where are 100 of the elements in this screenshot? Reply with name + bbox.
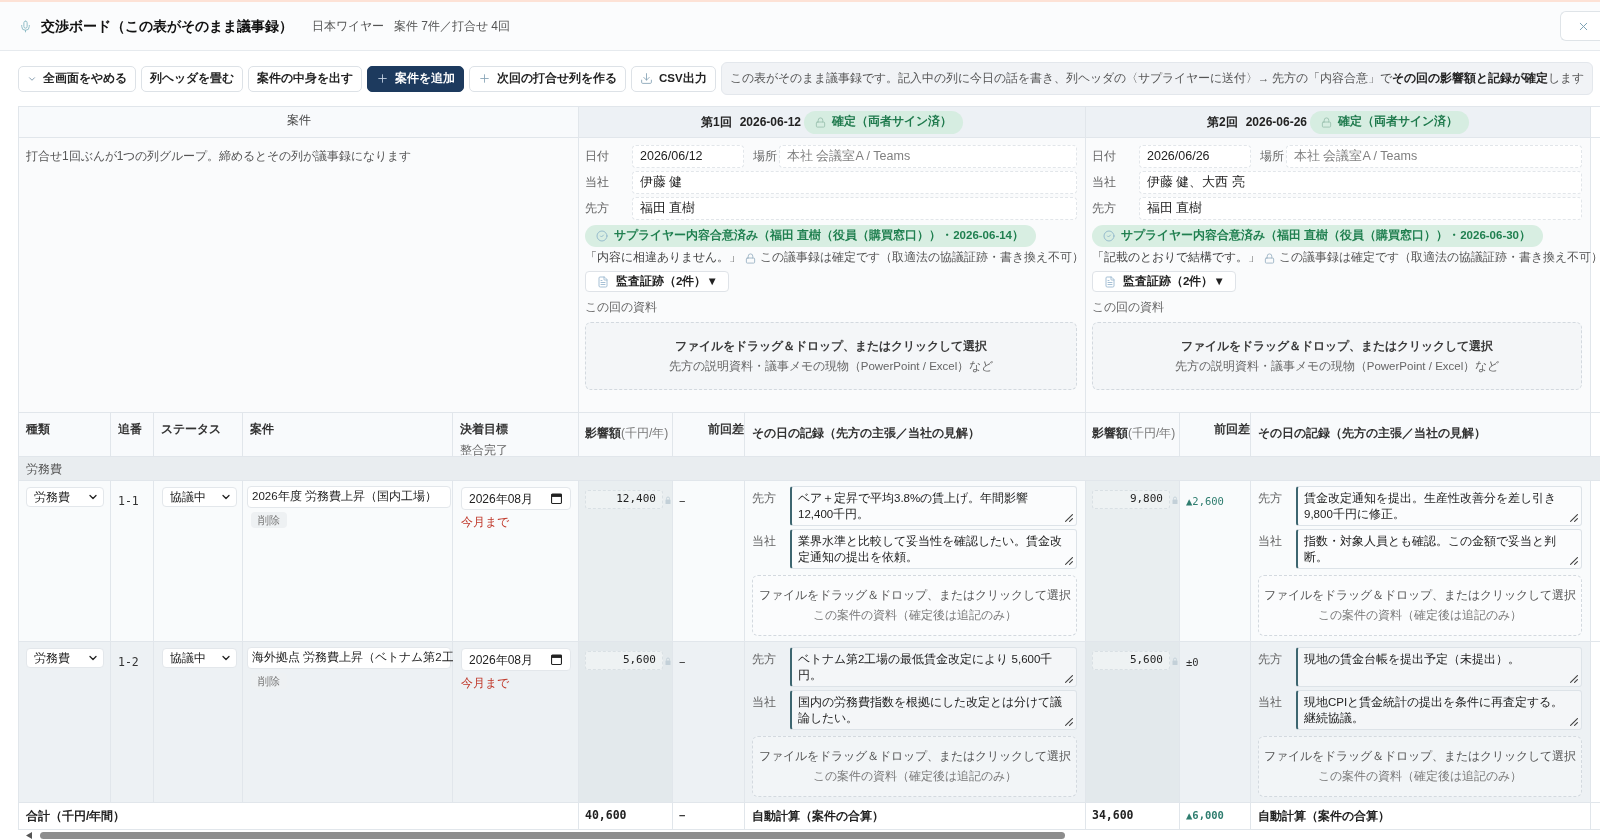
document-icon: [597, 275, 609, 288]
group-header: 案件: [286, 112, 311, 129]
toolbar-button[interactable]: CSV出力: [631, 65, 716, 92]
month-field[interactable]: 2026年08月: [461, 648, 571, 671]
resize-handle-icon[interactable]: [1570, 718, 1578, 726]
difference-value: ±0: [1186, 656, 1199, 668]
status-select[interactable]: 協議中: [162, 648, 237, 668]
microphone-icon: [19, 18, 32, 34]
field-label: 場所: [753, 148, 778, 165]
difference-value: ▲2,600: [1186, 495, 1224, 507]
category-select[interactable]: 労務費: [26, 648, 104, 668]
file-dropzone[interactable]: ファイルをドラッグ＆ドロップ、またはクリックして選択 この案件の資料（確定後は追記のみ）: [752, 736, 1077, 797]
file-dropzone[interactable]: ファイルをドラッグ＆ドロップ、またはクリックして選択 先方の説明資料・議事メモの現物（PowerPoint / Excel）など: [585, 322, 1077, 390]
status-select[interactable]: 協議中: [162, 487, 237, 507]
toolbar-button[interactable]: 次回の打合せ列を作る: [469, 65, 626, 92]
field-label: 当社: [1092, 174, 1117, 191]
difference-value: −: [679, 495, 686, 507]
lock-icon: [815, 116, 827, 128]
toolbar-button[interactable]: 全画面をやめる: [18, 65, 136, 92]
case-title-field[interactable]: 2026年度 労務費上昇（国内工場）: [247, 486, 451, 508]
column-header: 影響額(千円/年): [585, 426, 669, 440]
column-header: ステータス: [161, 421, 221, 438]
deadline-note: 今月まで: [461, 675, 509, 692]
month-field[interactable]: 2026年08月: [461, 487, 571, 510]
lock-note: この議事録は確定です（取適法の協議証跡・書き換え不可）: [760, 250, 1084, 266]
column-header: その日の記録（先方の主張／当社の見解）: [1258, 426, 1486, 440]
record-textarea[interactable]: ベア＋定昇で平均3.8%の賃上げ。年間影響 12,400千円。: [790, 486, 1077, 526]
column-header: 追番: [118, 421, 142, 438]
check-circle-icon: [1103, 230, 1115, 242]
plus-icon: [478, 72, 491, 85]
resize-handle-icon[interactable]: [1570, 557, 1578, 565]
scrollbar-thumb[interactable]: [40, 831, 1065, 839]
lock-icon: [665, 496, 671, 504]
text-field[interactable]: 本社 会議室A / Teams: [779, 144, 1077, 168]
supplier-name: 日本ワイヤー: [312, 18, 384, 35]
text-field[interactable]: 本社 会議室A / Teams: [1286, 144, 1582, 168]
audit-trail-button[interactable]: 監査証跡（2件）▼: [1092, 271, 1236, 292]
speaker-label: 先方: [1258, 652, 1283, 667]
toolbar-button[interactable]: 案件を追加: [367, 65, 464, 92]
download-icon: [640, 72, 653, 85]
lock-icon: [1172, 496, 1178, 504]
file-dropzone[interactable]: ファイルをドラッグ＆ドロップ、またはクリックして選択 この案件の資料（確定後は追記のみ）: [1258, 736, 1582, 797]
difference-value: −: [679, 656, 686, 668]
resize-handle-icon[interactable]: [1065, 718, 1073, 726]
record-textarea[interactable]: 賃金改定通知を提出。生産性改善分を差し引き 9,800千円に修正。: [1296, 486, 1582, 526]
column-header: 決着目標: [460, 421, 508, 438]
column-header: 前回差: [1214, 421, 1250, 438]
audit-trail-button[interactable]: 監査証跡（2件）▼: [585, 271, 729, 292]
total-note: 自動計算（案件の合算）: [752, 808, 884, 825]
toolbar-button[interactable]: 案件の中身を出す: [248, 65, 362, 92]
total-amount: 34,600: [1092, 807, 1134, 825]
meeting-round: 第2回: [1206, 114, 1238, 131]
record-textarea[interactable]: ベトナム第2工場の最低賃金改定により 5,600千円。: [790, 647, 1077, 687]
calendar-icon[interactable]: [551, 493, 562, 504]
impact-amount-field[interactable]: 5,600: [1092, 651, 1170, 670]
record-textarea[interactable]: 現地の賃金台帳を提出予定（未提出）。: [1296, 647, 1582, 687]
text-field[interactable]: 2026/06/26: [1139, 144, 1251, 168]
field-label: 先方: [585, 200, 610, 217]
text-field[interactable]: 伊藤 健、大西 亮: [1139, 170, 1582, 194]
field-label: 場所: [1260, 148, 1285, 165]
lock-icon: [1264, 252, 1275, 264]
meeting-date: 2026-06-12: [739, 114, 802, 131]
text-field[interactable]: 2026/06/12: [632, 144, 744, 168]
impact-amount-field[interactable]: 5,600: [585, 651, 663, 670]
file-dropzone[interactable]: ファイルをドラッグ＆ドロップ、またはクリックして選択 この案件の資料（確定後は追記のみ）: [1258, 575, 1582, 636]
text-field[interactable]: 伊藤 健: [632, 170, 1077, 194]
column-header: その日の記録（先方の主張／当社の見解）: [752, 426, 980, 440]
field-label: 日付: [1092, 148, 1117, 165]
speaker-label: 当社: [752, 695, 777, 710]
record-textarea[interactable]: 指数・対象人員とも確認。この金額で妥当と判断。: [1296, 529, 1582, 569]
category-select[interactable]: 労務費: [26, 487, 104, 507]
resize-handle-icon[interactable]: [1065, 514, 1073, 522]
impact-amount-field[interactable]: 12,400: [585, 490, 663, 509]
resize-handle-icon[interactable]: [1570, 675, 1578, 683]
resize-handle-icon[interactable]: [1065, 675, 1073, 683]
document-icon: [1104, 275, 1116, 288]
record-textarea[interactable]: 国内の労務費指数を根拠にした改定とは分けて議論したい。: [790, 690, 1077, 730]
record-textarea[interactable]: 現地CPIと賃金統計の提出を条件に再査定する。継続協議。: [1296, 690, 1582, 730]
case-title-field[interactable]: 海外拠点 労務費上昇（ベトナム第2工: [247, 647, 451, 669]
column-header: 案件: [250, 421, 274, 438]
resize-handle-icon[interactable]: [1570, 514, 1578, 522]
record-textarea[interactable]: 業界水準と比較して妥当性を確認したい。賃金改定通知の提出を依頼。: [790, 529, 1077, 569]
board-summary: 案件 7件／打合せ 4回: [394, 18, 510, 35]
speaker-label: 当社: [1258, 695, 1283, 710]
text-field[interactable]: 福田 直樹: [632, 196, 1077, 220]
column-header: 前回差: [708, 421, 744, 438]
file-dropzone[interactable]: ファイルをドラッグ＆ドロップ、またはクリックして選択 この案件の資料（確定後は追記のみ）: [752, 575, 1077, 636]
column-subheader: 整合完了: [460, 442, 508, 459]
file-dropzone[interactable]: ファイルをドラッグ＆ドロップ、またはクリックして選択 先方の説明資料・議事メモの現物（PowerPoint / Excel）など: [1092, 322, 1582, 390]
text-field[interactable]: 福田 直樹: [1139, 196, 1582, 220]
meeting-date: 2026-06-26: [1245, 114, 1308, 131]
impact-amount-field[interactable]: 9,800: [1092, 490, 1170, 509]
toolbar-button[interactable]: 列ヘッダを畳む: [141, 65, 243, 92]
scroll-left-arrow-icon[interactable]: [26, 831, 32, 839]
calendar-icon[interactable]: [551, 654, 562, 665]
board-title: 交渉ボード（この表がそのまま議事録）: [41, 16, 293, 36]
total-label: 合計（千円/年間）: [26, 808, 126, 825]
resize-handle-icon[interactable]: [1065, 557, 1073, 565]
delete-button[interactable]: 削除: [251, 512, 287, 528]
materials-label: この回の資料: [585, 300, 657, 315]
